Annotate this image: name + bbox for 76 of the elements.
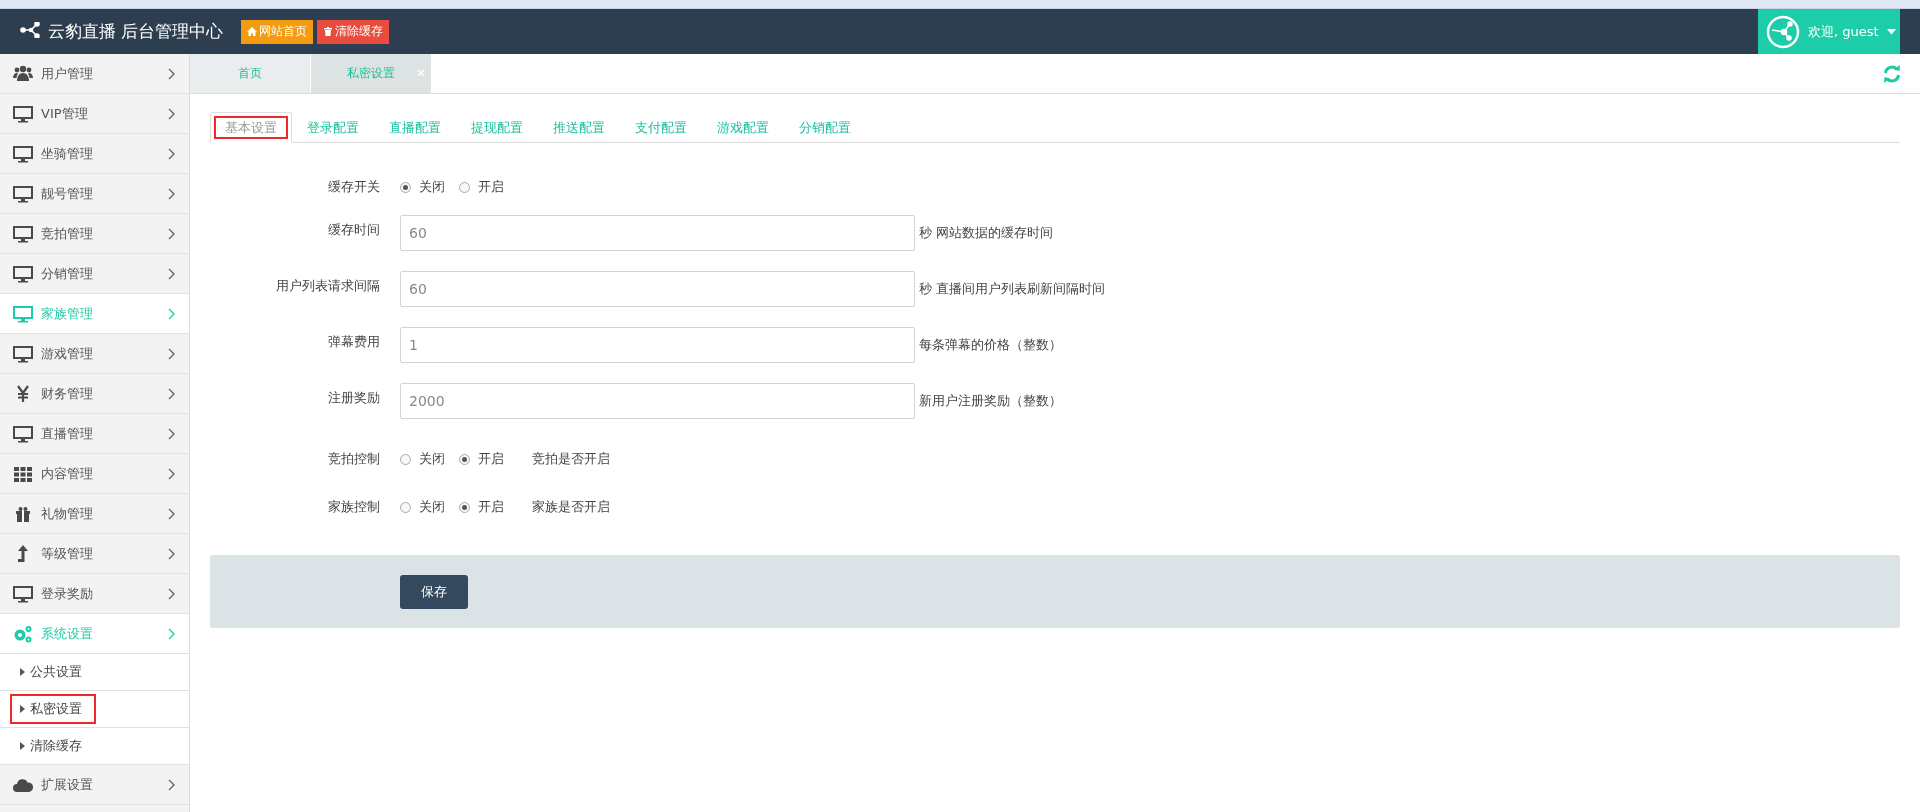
chevron-right-icon [168,347,175,360]
app-title: 云豹直播 后台管理中心 [48,20,224,43]
monitor-icon [13,263,33,284]
sidebar-item[interactable]: 礼物管理 [0,494,189,534]
users-icon [13,63,33,84]
sidebar-item[interactable]: 竞拍管理 [0,214,189,254]
sidebar-item[interactable]: 扩展设置 [0,765,189,805]
field-label: 缓存时间 [327,221,381,239]
chevron-right-icon [168,587,175,600]
home-icon [247,26,258,37]
close-icon[interactable] [417,69,425,77]
caret-right-icon [20,742,25,750]
monitor-icon [13,183,33,204]
sidebar-item[interactable]: 坐骑管理 [0,134,189,174]
caret-right-icon [20,668,25,676]
radio-option[interactable]: 开启 [459,178,504,196]
monitor-icon [13,223,33,244]
radio-option[interactable]: 关闭 [400,498,445,516]
sidebar-item[interactable]: VIP管理 [0,94,189,134]
sidebar-item[interactable]: 用户管理 [0,54,189,94]
field-label: 家族控制 [327,498,381,516]
radio-option[interactable]: 关闭 [400,450,445,468]
help-text: 竞拍是否开启 [532,450,610,468]
caret-right-icon [20,705,25,713]
field-label: 竞拍控制 [327,450,381,468]
input-field[interactable]: 60 [400,271,915,307]
radio-option[interactable]: 开启 [459,450,504,468]
submenu-item[interactable]: 私密设置 [10,694,96,724]
monitor-icon [13,343,33,364]
monitor-icon [13,303,33,324]
clear-cache-button[interactable]: 清除缓存 [317,19,390,44]
chevron-right-icon [168,227,175,240]
radio-option[interactable]: 关闭 [400,178,445,196]
share-icon [20,22,42,38]
help-text: 秒 网站数据的缓存时间 [919,224,1054,242]
field-label: 用户列表请求间隔 [275,277,381,295]
sidebar-item[interactable]: 等级管理 [0,534,189,574]
sidebar-item[interactable]: 游戏管理 [0,334,189,374]
monitor-icon [13,103,33,124]
sidebar-item[interactable]: 财务管理 [0,374,189,414]
chevron-right-icon [168,627,175,640]
avatar-icon [1766,14,1800,49]
monitor-icon [13,423,33,444]
help-text: 每条弹幕的价格（整数） [919,336,1062,354]
chevron-right-icon [168,547,175,560]
gears-icon [13,623,33,644]
sidebar-item[interactable]: 靓号管理 [0,174,189,214]
chevron-right-icon [168,427,175,440]
monitor-icon [13,143,33,164]
monitor-icon [13,583,33,604]
sidebar-item[interactable]: 直播管理 [0,414,189,454]
chevron-right-icon [168,147,175,160]
field-label: 注册奖励 [327,389,381,407]
chevron-right-icon [168,267,175,280]
help-text: 秒 直播间用户列表刷新间隔时间 [919,280,1106,298]
caret-down-icon [1886,28,1896,35]
field-label: 弹幕费用 [327,333,381,351]
refresh-icon[interactable] [1882,63,1902,84]
chevron-right-icon [168,67,175,80]
input-field[interactable]: 60 [400,215,915,251]
trash-icon [323,26,334,37]
input-field[interactable]: 1 [400,327,915,363]
sidebar-item[interactable]: 内容管理 [0,454,189,494]
field-label: 缓存开关 [327,178,381,196]
save-button[interactable]: 保存 [400,574,468,609]
chevron-right-icon [168,387,175,400]
help-text: 新用户注册奖励（整数） [919,392,1062,410]
input-field[interactable]: 2000 [400,383,915,419]
chevron-right-icon [168,467,175,480]
chevron-right-icon [168,307,175,320]
chevron-right-icon [168,778,175,791]
help-text: 家族是否开启 [532,498,610,516]
chevron-right-icon [168,187,175,200]
chevron-right-icon [168,107,175,120]
radio-option[interactable]: 开启 [459,498,504,516]
chevron-right-icon [168,507,175,520]
